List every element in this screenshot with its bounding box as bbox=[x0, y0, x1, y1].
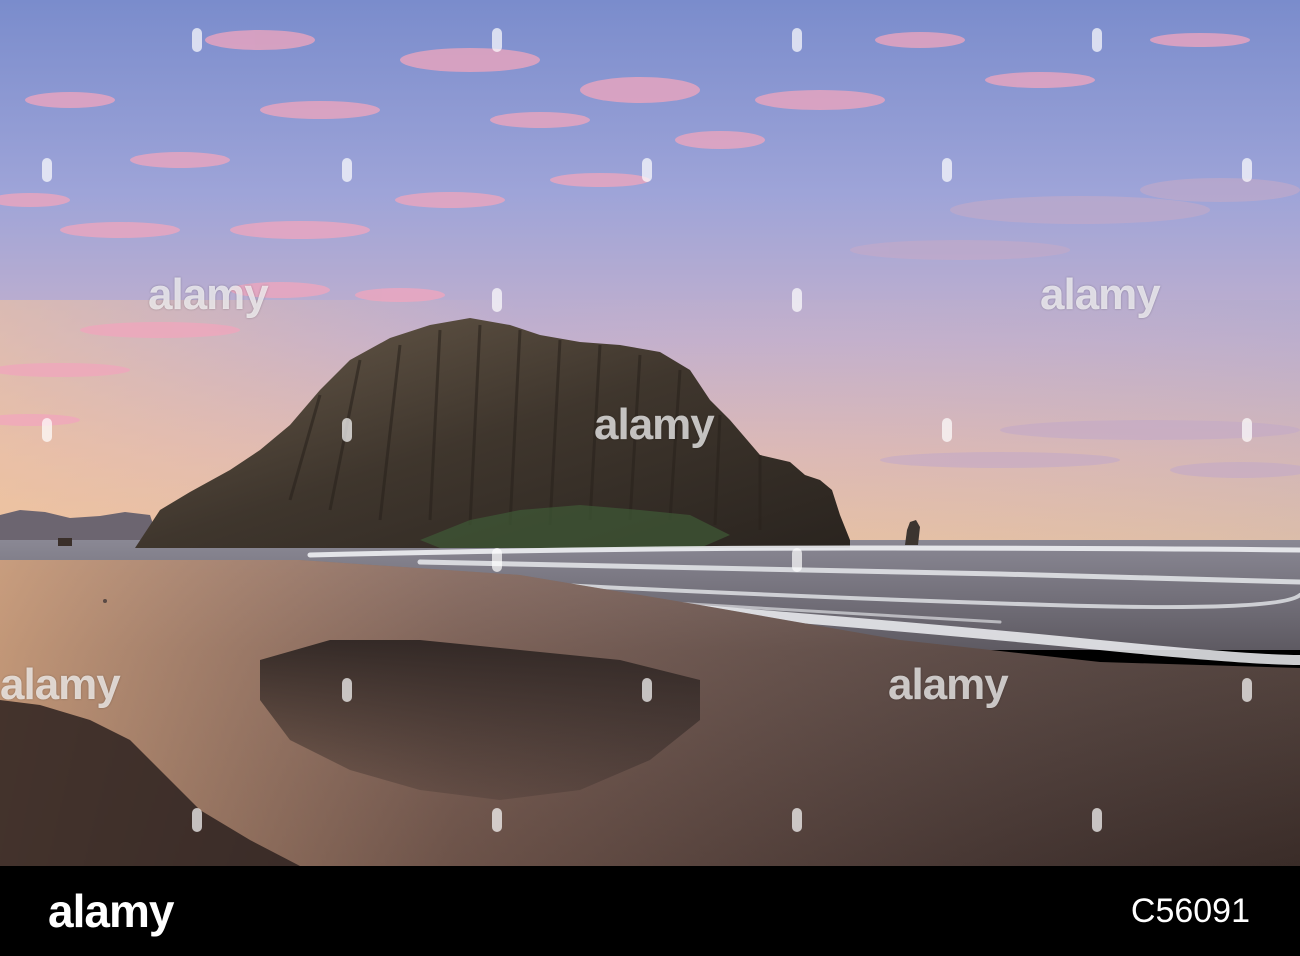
beach-photo: alamy alamy alamy alamy alamy bbox=[0, 0, 1300, 866]
footer-bar: alamy C56091 bbox=[0, 866, 1300, 956]
scene-illustration bbox=[0, 0, 1300, 866]
image-id: C56091 bbox=[1130, 892, 1250, 930]
alamy-logo: alamy bbox=[48, 885, 174, 937]
